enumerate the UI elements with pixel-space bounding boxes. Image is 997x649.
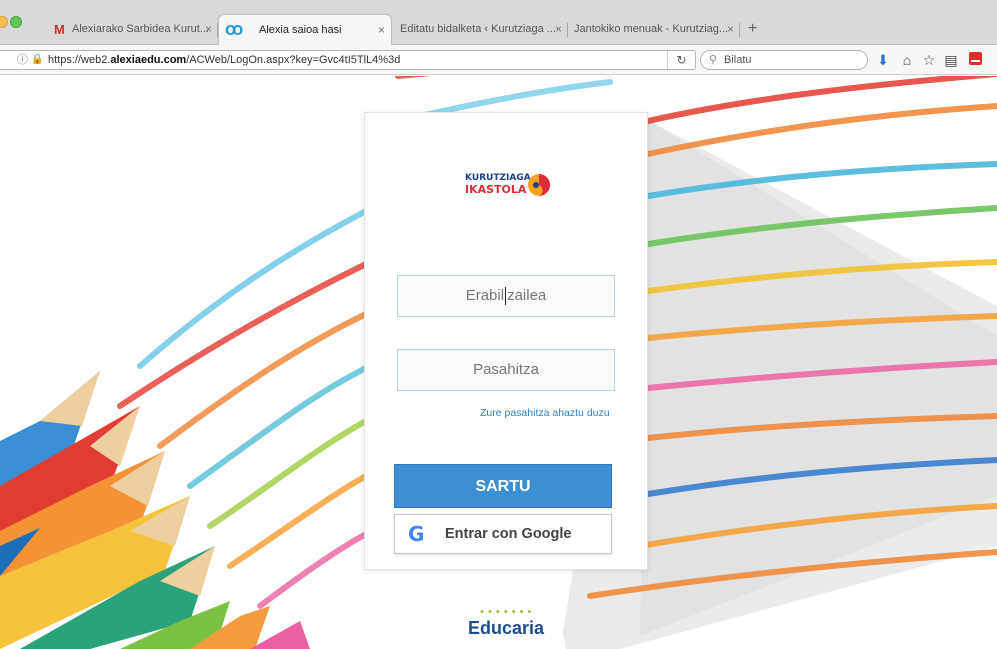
educaria-brand: Educaria [467, 618, 545, 638]
navigation-bar: ⓘ 🔒 https://web2.alexiaedu.com/ACWeb/Log… [0, 45, 997, 75]
educaria-dots: • • • • • • • [480, 606, 532, 618]
search-icon: ⚲ [709, 54, 718, 66]
browser-window: M Alexiarako Sarbidea Kurut... × Ꝏ Alexi… [0, 0, 997, 649]
svg-text:G: G [408, 522, 424, 546]
alexia-icon: Ꝏ [225, 23, 244, 38]
address-bar[interactable]: ⓘ 🔒 https://web2.alexiaedu.com/ACWeb/Log… [0, 50, 696, 70]
tab-label: Jantokiko menuak - Kurutziag... [574, 23, 729, 35]
url-text[interactable]: https://web2.alexiaedu.com/ACWeb/LogOn.a… [48, 51, 400, 69]
minimize-button[interactable] [0, 16, 8, 28]
kurutziaga-ikastola-logo: KURUTZIAGA IKASTOLA [465, 173, 550, 196]
close-icon[interactable]: × [205, 14, 212, 45]
username-field[interactable]: Erabil zailea [397, 275, 615, 317]
zoom-button[interactable] [10, 16, 22, 28]
gmail-icon: M [54, 22, 65, 37]
google-icon: G [407, 515, 427, 566]
login-card: KURUTZIAGA IKASTOLA Erabil zailea Pasahit… [364, 112, 648, 570]
home-icon[interactable]: ⌂ [898, 51, 916, 69]
download-icon[interactable]: ⬇ [874, 51, 892, 69]
pencils-illustration [0, 371, 310, 649]
tab-label: Alexia saioa hasi [259, 24, 342, 36]
tab-editatu-bidalketa[interactable]: Editatu bidalketa ‹ Kurutziaga ... × [394, 14, 568, 45]
svg-text:IKASTOLA: IKASTOLA [465, 183, 527, 196]
login-button[interactable]: SARTU [394, 464, 612, 508]
forgot-password-link[interactable]: Zure pasahitza ahaztu duzu [480, 407, 610, 419]
pdf-icon[interactable] [966, 51, 984, 69]
tab-bar: M Alexiarako Sarbidea Kurut... × Ꝏ Alexi… [0, 0, 997, 45]
tab-alexiarako-sarbidea[interactable]: M Alexiarako Sarbidea Kurut... × [48, 14, 218, 45]
close-icon[interactable]: × [727, 14, 734, 45]
new-tab-button[interactable]: + [748, 20, 757, 38]
close-icon[interactable]: × [555, 14, 562, 45]
info-icon[interactable]: ⓘ [17, 51, 28, 69]
svg-text:KURUTZIAGA: KURUTZIAGA [465, 173, 531, 183]
google-login-button[interactable]: G Entrar con Google [394, 514, 612, 554]
lock-icon: 🔒 [31, 54, 44, 65]
tab-jantokiko-menuak[interactable]: Jantokiko menuak - Kurutziag... × [570, 14, 740, 45]
google-button-label: Entrar con Google [445, 526, 572, 542]
close-icon[interactable]: × [378, 15, 385, 45]
tab-alexia-saioa-hasi[interactable]: Ꝏ Alexia saioa hasi × [218, 14, 392, 45]
search-placeholder: Bilatu [724, 54, 752, 66]
reload-icon[interactable]: ↻ [667, 51, 695, 69]
reading-list-icon[interactable]: ▤ [942, 51, 960, 69]
search-input[interactable]: ⚲ Bilatu [700, 50, 868, 70]
login-page: KURUTZIAGA IKASTOLA Erabil zailea Pasahit… [0, 76, 997, 649]
bookmark-star-icon[interactable]: ☆ [920, 51, 938, 69]
tab-label: Alexiarako Sarbidea Kurut... [72, 23, 209, 35]
tab-label: Editatu bidalketa ‹ Kurutziaga ... [400, 23, 556, 35]
password-field[interactable]: Pasahitza [397, 349, 615, 391]
text-caret [505, 287, 507, 306]
